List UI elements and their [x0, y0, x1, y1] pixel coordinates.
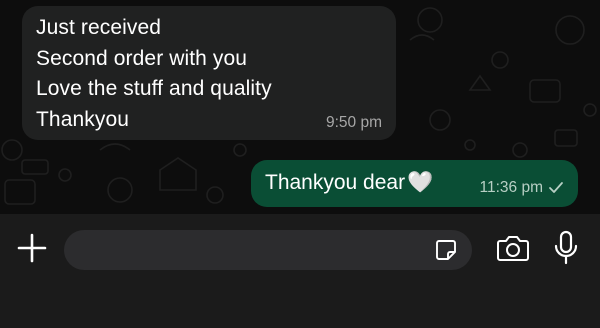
incoming-message-line: Second order with you — [36, 46, 248, 70]
plus-icon[interactable] — [17, 233, 47, 263]
outgoing-message-time: 11:36 pm — [479, 179, 543, 196]
single-check-icon — [549, 182, 563, 193]
message-input-box[interactable] — [64, 230, 472, 272]
outgoing-message-bubble[interactable]: Thankyou dear 🤍 11:36 pm — [251, 160, 578, 207]
outgoing-message-text: Thankyou dear — [265, 171, 406, 194]
outgoing-message-meta: 11:36 pm — [480, 179, 564, 197]
white-heart-emoji: 🤍 — [407, 171, 434, 194]
incoming-message-line: Love the stuff and quality — [36, 77, 272, 100]
incoming-message-time: 9:50 pm — [325, 114, 382, 131]
chat-area[interactable]: Just received Second order with you Love… — [0, 0, 600, 214]
incoming-message-bubble[interactable]: Just received Second order with you Love… — [22, 6, 396, 140]
incoming-message-line: Just received — [36, 16, 162, 39]
camera-icon[interactable] — [496, 233, 530, 263]
microphone-icon[interactable] — [553, 230, 579, 266]
message-input[interactable] — [78, 230, 422, 272]
sticker-icon[interactable] — [434, 238, 458, 262]
